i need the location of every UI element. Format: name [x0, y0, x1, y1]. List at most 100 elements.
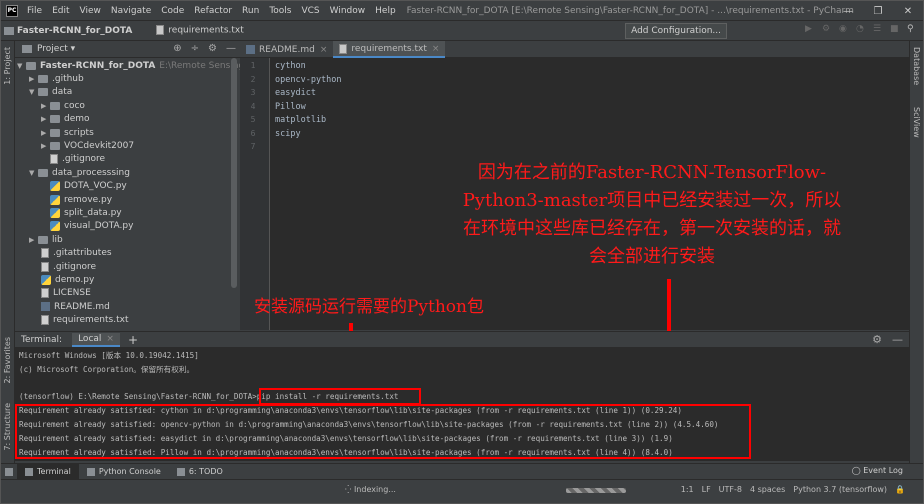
favorites-tool-tab[interactable]: 2: Favorites	[3, 337, 12, 383]
tree-item-demo[interactable]: ▶ demo	[41, 113, 90, 126]
python-console-icon	[86, 467, 95, 476]
structure-tool-tab[interactable]: 7: Structure	[3, 403, 12, 451]
menu-vcs[interactable]: VCS	[296, 6, 324, 16]
menu-run[interactable]: Run	[237, 6, 264, 16]
hide-icon[interactable]: —	[226, 43, 236, 54]
folder-icon	[4, 26, 14, 35]
tool-tab-todo[interactable]: 6: TODO	[169, 464, 231, 480]
folder-icon	[38, 75, 48, 84]
indent-setting[interactable]: 4 spaces	[750, 485, 785, 494]
folder-icon	[50, 142, 60, 151]
sciview-tool-tab[interactable]: SciView	[912, 107, 921, 138]
folder-icon	[38, 235, 48, 244]
tree-item-gitignore-data[interactable]: .gitignore	[50, 153, 105, 166]
new-terminal-icon[interactable]: +	[128, 333, 138, 347]
debug-icon[interactable]: ⚙	[822, 24, 832, 36]
tree-item-data[interactable]: ▼ data	[29, 86, 72, 99]
collapsed-arrow-icon: ▶	[29, 75, 35, 84]
search-icon[interactable]: ⚲	[907, 24, 917, 36]
menu-navigate[interactable]: Navigate	[106, 6, 156, 16]
tool-tab-label: Terminal	[37, 467, 71, 476]
tree-item-remove[interactable]: remove.py	[50, 193, 112, 206]
tree-item-label: demo.py	[55, 275, 95, 286]
tree-item-gitignore[interactable]: .gitignore	[41, 260, 96, 273]
coverage-icon[interactable]: ◉	[839, 24, 849, 36]
line-gutter: 1 2 3 4 5 6 7	[240, 58, 270, 330]
interpreter-selector[interactable]: Python 3.7 (tensorflow)	[793, 485, 887, 494]
run-icon[interactable]: ▶	[805, 24, 815, 36]
terminal-tab-local[interactable]: Local ×	[72, 332, 120, 347]
add-configuration-button[interactable]: Add Configuration...	[625, 23, 727, 39]
tree-item-label: .gitignore	[53, 261, 97, 272]
menu-file[interactable]: File	[22, 6, 47, 16]
breadcrumb-file[interactable]: requirements.txt	[132, 25, 244, 36]
folder-icon	[26, 61, 36, 70]
tool-tab-python-console[interactable]: Python Console	[79, 464, 169, 480]
breadcrumb-project[interactable]: Faster-RCNN_for_DOTA	[1, 26, 132, 36]
file-encoding[interactable]: UTF-8	[719, 485, 742, 494]
tab-requirements[interactable]: requirements.txt ×	[333, 41, 446, 58]
restore-icon[interactable]: ❐	[863, 1, 893, 21]
tree-item-readme[interactable]: README.md	[41, 300, 110, 313]
collapse-icon[interactable]: ÷	[191, 43, 199, 54]
menu-window[interactable]: Window	[325, 6, 371, 16]
menu-edit[interactable]: Edit	[47, 6, 74, 16]
menu-help[interactable]: Help	[370, 6, 401, 16]
tree-item-gitattributes[interactable]: .gitattributes	[41, 247, 112, 260]
menu-refactor[interactable]: Refactor	[189, 6, 237, 16]
tree-item-vocdevkit[interactable]: ▶ VOCdevkit2007	[41, 139, 134, 152]
folder-icon	[38, 88, 48, 97]
close-tab-icon[interactable]: ×	[106, 334, 114, 344]
menu-tools[interactable]: Tools	[264, 6, 296, 16]
collapsed-arrow-icon: ▶	[41, 128, 47, 137]
file-icon	[41, 261, 49, 272]
settings-gear-icon[interactable]: ⚙	[872, 333, 882, 346]
tree-item-dota-voc[interactable]: DOTA_VOC.py	[50, 180, 127, 193]
hide-icon[interactable]: —	[892, 333, 903, 346]
tree-item-license[interactable]: LICENSE	[41, 287, 91, 300]
tree-item-demo-py[interactable]: demo.py	[41, 273, 94, 286]
tab-readme[interactable]: README.md ×	[240, 41, 333, 58]
tree-item-data-processsing[interactable]: ▼ data_processsing	[29, 166, 130, 179]
tool-tab-label: Python Console	[98, 467, 161, 476]
database-tool-tab[interactable]: Database	[912, 47, 921, 85]
line-separator[interactable]: LF	[702, 485, 711, 494]
settings-gear-icon[interactable]: ⚙	[208, 43, 217, 54]
tree-item-coco[interactable]: ▶ coco	[41, 99, 85, 112]
file-icon	[41, 288, 49, 299]
square-icon[interactable]	[1, 464, 17, 480]
tool-tab-terminal[interactable]: Terminal	[17, 463, 79, 480]
stop-icon[interactable]: ■	[890, 24, 900, 36]
concurrency-icon[interactable]: ☰	[873, 24, 883, 36]
tree-item-label: LICENSE	[53, 288, 91, 299]
tree-item-root[interactable]: ▼ Faster-RCNN_for_DOTAE:\Remote Sensing\F…	[17, 59, 240, 72]
tree-item-requirements[interactable]: requirements.txt	[41, 314, 128, 327]
tree-root-label: Faster-RCNN_for_DOTA	[40, 60, 156, 71]
tree-scrollbar[interactable]	[231, 58, 237, 288]
cursor-position[interactable]: 1:1	[681, 485, 694, 494]
profile-icon[interactable]: ◔	[856, 24, 866, 36]
lock-icon[interactable]: 🔒	[895, 485, 905, 494]
locate-icon[interactable]: ⊕	[173, 43, 181, 54]
tree-item-lib[interactable]: ▶ lib	[29, 233, 63, 246]
folder-icon	[50, 128, 60, 137]
close-tab-icon[interactable]: ×	[320, 45, 328, 55]
tree-item-scripts[interactable]: ▶ scripts	[41, 126, 94, 139]
tree-item-github[interactable]: ▶ .github	[29, 72, 84, 85]
close-icon[interactable]: ✕	[893, 1, 923, 21]
close-tab-icon[interactable]: ×	[432, 44, 440, 54]
minimize-icon[interactable]: —	[833, 1, 863, 21]
tree-item-visual-dota[interactable]: visual_DOTA.py	[50, 220, 133, 233]
pycharm-logo-icon: PC	[6, 4, 18, 17]
tree-item-label: coco	[64, 100, 85, 111]
menu-view[interactable]: View	[75, 6, 106, 16]
pycharm-window: PC File Edit View Navigate Code Refactor…	[0, 0, 924, 504]
event-log-button[interactable]: ◯ Event Log	[852, 466, 903, 475]
project-panel-title: Project	[37, 44, 68, 54]
project-panel-header: Project ▾ ⊕ ÷ ⚙ —	[15, 41, 240, 58]
tree-item-split-data[interactable]: split_data.py	[50, 206, 122, 219]
project-view-dropdown[interactable]: Project ▾	[15, 44, 75, 54]
line-number: 2	[250, 74, 256, 84]
project-tool-tab[interactable]: 1: Project	[3, 47, 12, 85]
menu-code[interactable]: Code	[156, 6, 189, 16]
